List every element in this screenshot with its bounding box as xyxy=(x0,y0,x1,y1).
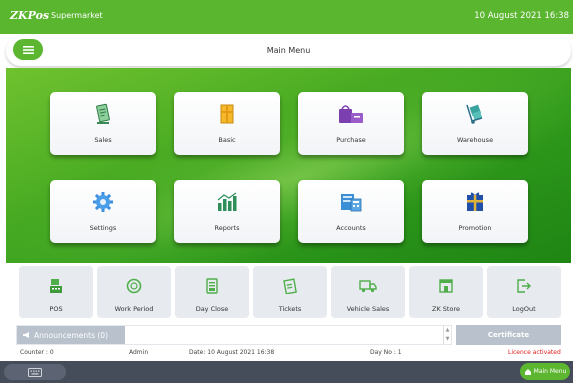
tile-sales[interactable]: Sales xyxy=(50,92,156,155)
quick-pos[interactable]: POS xyxy=(19,266,93,318)
keyboard-button[interactable] xyxy=(4,364,66,380)
main-menu-label: Main Menu xyxy=(533,368,567,375)
tile-basic[interactable]: Basic xyxy=(174,92,280,155)
header-card: Main Menu xyxy=(6,36,571,66)
quick-logout[interactable]: LogOut xyxy=(487,266,561,318)
store-icon xyxy=(439,279,453,293)
tile-label: Settings xyxy=(89,224,117,232)
megaphone-icon xyxy=(23,332,29,338)
quick-tickets[interactable]: Tickets xyxy=(253,266,327,318)
quick-label: POS xyxy=(49,305,63,313)
tile-label: Purchase xyxy=(336,136,366,144)
tile-label: Warehouse xyxy=(456,136,494,144)
current-datetime: 10 August 2021 16:38 xyxy=(474,11,569,21)
gear-icon xyxy=(93,192,113,212)
main-menu-button[interactable]: Main Menu xyxy=(520,363,570,380)
promotion-gift-icon xyxy=(467,192,483,211)
announcement-label: Announcements (0) xyxy=(34,330,109,340)
brand-logo: ZKPos xyxy=(10,9,50,22)
day-close-icon xyxy=(206,278,218,294)
store-name: Supermarket xyxy=(51,11,103,20)
quick-label: Day Close xyxy=(195,305,229,313)
page-title: Main Menu xyxy=(266,46,311,55)
quick-vehicle-sales[interactable]: Vehicle Sales xyxy=(331,266,405,318)
tile-purchase[interactable]: Purchase xyxy=(298,92,404,155)
tile-accounts[interactable]: Accounts xyxy=(298,180,404,243)
tickets-icon xyxy=(283,278,297,294)
logout-icon xyxy=(517,279,531,293)
footer-bar: Main Menu xyxy=(0,361,573,383)
warehouse-trolley-icon xyxy=(466,104,483,124)
title-bar: ZKPos Supermarket 10 August 2021 16:38 xyxy=(0,0,573,34)
tile-label: Reports xyxy=(214,224,240,232)
quick-zk-store[interactable]: ZK Store xyxy=(409,266,483,318)
tile-warehouse[interactable]: Warehouse xyxy=(422,92,528,155)
quick-label: Vehicle Sales xyxy=(346,305,390,313)
announcement-scrollbar[interactable]: ▲ ▼ xyxy=(443,326,451,344)
date-status: Date: 10 August 2021 16:38 xyxy=(189,349,275,356)
home-icon xyxy=(524,368,531,375)
truck-icon xyxy=(359,280,377,293)
quick-label: LogOut xyxy=(512,305,536,313)
quick-label: ZK Store xyxy=(432,305,460,313)
tile-promotion[interactable]: Promotion xyxy=(422,180,528,243)
licence-status: Licence activated xyxy=(508,349,561,356)
quick-label: Tickets xyxy=(278,305,302,313)
work-period-icon xyxy=(126,278,142,294)
main-menu-area: Sales Basic Purchase Warehouse Settings … xyxy=(6,68,571,263)
tile-label: Promotion xyxy=(458,224,492,232)
sales-receipt-icon xyxy=(96,103,110,124)
counter-status: Counter : 0 xyxy=(20,349,54,356)
announcement-bar: Announcements (0) ▲ ▼ xyxy=(16,325,452,345)
quick-access-area: POS Work Period Day Close Tickets Vehicl… xyxy=(0,263,573,361)
quick-work-period[interactable]: Work Period xyxy=(97,266,171,318)
accounts-icon xyxy=(341,194,362,212)
quick-day-close[interactable]: Day Close xyxy=(175,266,249,318)
tile-label: Sales xyxy=(94,136,112,144)
basic-box-icon xyxy=(220,104,234,124)
announcement-label-box: Announcements (0) xyxy=(17,326,125,344)
tile-label: Accounts xyxy=(336,224,366,232)
reports-chart-icon xyxy=(217,192,237,211)
user-status: Admin xyxy=(129,349,149,356)
purchase-bag-icon xyxy=(339,105,363,123)
tile-settings[interactable]: Settings xyxy=(50,180,156,243)
day-number-status: Day No : 1 xyxy=(370,349,402,356)
quick-label: Work Period xyxy=(114,305,154,313)
status-bar: Counter : 0 Admin Date: 10 August 2021 1… xyxy=(0,349,573,359)
keyboard-icon xyxy=(28,367,42,377)
tile-reports[interactable]: Reports xyxy=(174,180,280,243)
certificate-button[interactable]: Certificate xyxy=(456,325,561,345)
pos-terminal-icon xyxy=(50,279,62,293)
tile-label: Basic xyxy=(218,136,236,144)
